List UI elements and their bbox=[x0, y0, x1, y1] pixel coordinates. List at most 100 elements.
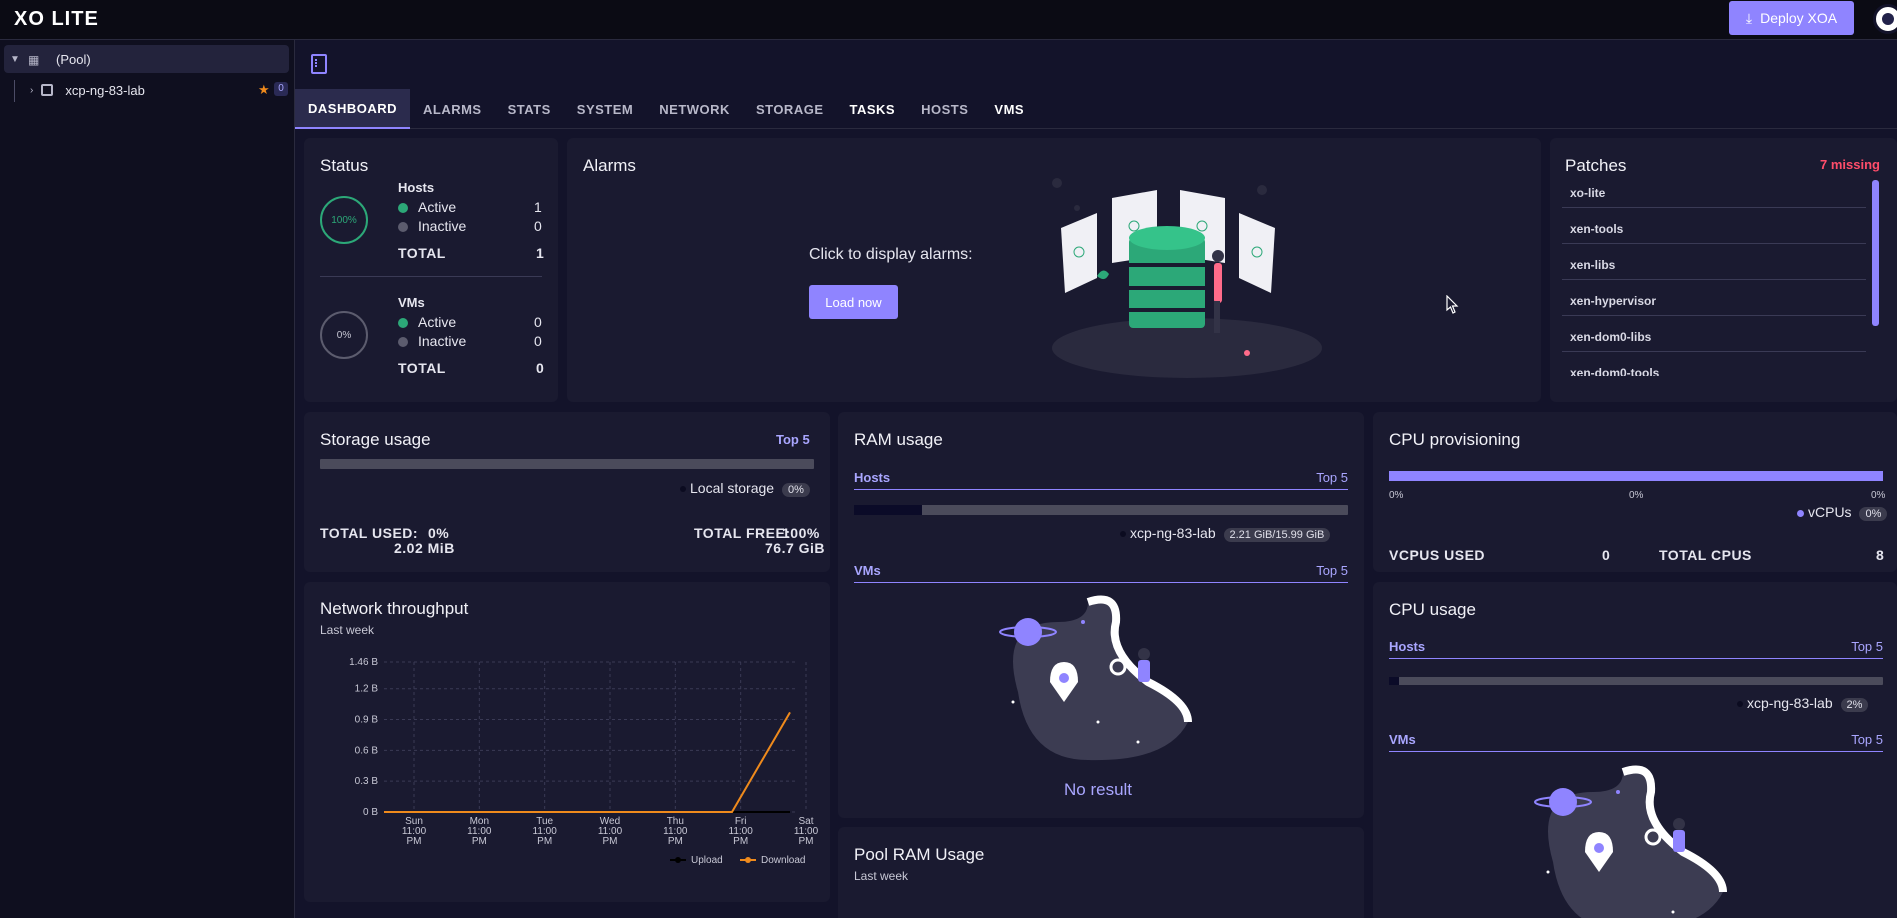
series-line-download bbox=[384, 711, 791, 813]
ram-no-result: No result bbox=[1064, 780, 1133, 799]
ram-hosts-label: Hosts bbox=[854, 470, 891, 485]
status-divider bbox=[320, 276, 542, 277]
ram-vms-label: VMs bbox=[854, 563, 881, 578]
load-alarms-button[interactable]: Load now bbox=[809, 285, 898, 319]
tab-alarms[interactable]: ALARMS bbox=[410, 89, 495, 129]
patch-item: xen-hypervisor bbox=[1562, 286, 1866, 316]
tree-item-pool[interactable]: ▼ ▦ (Pool) bbox=[4, 45, 289, 73]
ram-vms-top5-link[interactable]: Top 5 bbox=[1316, 563, 1348, 578]
vcpus-used-label: VCPUS USED bbox=[1389, 547, 1486, 563]
cpu-host-pct: 2% bbox=[1840, 698, 1869, 712]
cpu-hosts-header: Hosts Top 5 bbox=[1389, 639, 1883, 659]
cpu-vms-top5-link[interactable]: Top 5 bbox=[1851, 732, 1883, 747]
cpu-prov-tick: 0% bbox=[1389, 490, 1404, 501]
y-tick-label: 0.3 B bbox=[355, 776, 379, 787]
server-icon bbox=[41, 84, 54, 96]
pool-ram-usage-card: Pool RAM Usage Last week bbox=[838, 827, 1364, 918]
total-used-pct: 0% bbox=[428, 525, 450, 541]
user-avatar[interactable] bbox=[1873, 4, 1897, 34]
y-tick-label: 0.9 B bbox=[355, 715, 379, 726]
cpu-prov-legend-pct: 0% bbox=[1859, 507, 1888, 521]
tree-item-host[interactable]: › xcp-ng-83-lab ★ 0 bbox=[4, 78, 289, 102]
hosts-active-count: 1 bbox=[534, 199, 542, 215]
inactive-dot-icon bbox=[398, 222, 408, 233]
storage-top5-link[interactable]: Top 5 bbox=[776, 432, 810, 447]
patch-item: xen-dom0-tools bbox=[1562, 358, 1866, 377]
ram-host-label: xcp-ng-83-lab bbox=[1130, 525, 1216, 541]
ram-hosts-top5-link[interactable]: Top 5 bbox=[1316, 470, 1348, 485]
tab-network[interactable]: NETWORK bbox=[646, 89, 743, 129]
x-tick-label: PM bbox=[733, 836, 748, 847]
vms-label: VMs bbox=[398, 295, 425, 310]
tab-hosts[interactable]: HOSTS bbox=[908, 89, 981, 129]
vms-inactive-count: 0 bbox=[534, 333, 542, 349]
host-vm-count-badge: 0 bbox=[274, 82, 288, 96]
tab-dashboard[interactable]: DASHBOARD bbox=[295, 89, 410, 129]
alarms-prompt: Click to display alarms: bbox=[809, 246, 973, 263]
vms-gauge: 0% bbox=[320, 311, 368, 359]
patch-item: xen-libs bbox=[1562, 250, 1866, 280]
tree-host-label: xcp-ng-83-lab bbox=[65, 82, 145, 98]
y-tick-label: 0 B bbox=[363, 807, 378, 818]
app-logo[interactable]: XO LITE bbox=[14, 8, 99, 31]
tab-tasks[interactable]: TASKS bbox=[837, 89, 909, 129]
patch-item: xen-tools bbox=[1562, 214, 1866, 244]
progress-bar-fill bbox=[1389, 471, 1883, 481]
legend-dot-icon bbox=[1797, 509, 1804, 517]
y-tick-label: 1.2 B bbox=[355, 684, 379, 695]
ram-vms-header: VMs Top 5 bbox=[854, 563, 1348, 583]
x-tick-label: PM bbox=[603, 836, 618, 847]
vms-inactive-row: Inactive bbox=[398, 333, 466, 349]
network-chart[interactable]: 0 B0.3 B0.6 B0.9 B1.2 B1.46 BSun11:00PMM… bbox=[304, 642, 830, 882]
no-result-illustration bbox=[1534, 765, 1727, 918]
storage-progress-bar bbox=[320, 459, 814, 469]
cpu-usage-card: CPU usage Hosts Top 5 xcp-ng-83-lab 2% V… bbox=[1373, 582, 1897, 918]
network-title: Network throughput bbox=[320, 599, 469, 618]
storage-legend-label: Local storage bbox=[690, 480, 775, 496]
cpu-vms-header: VMs Top 5 bbox=[1389, 732, 1883, 752]
patches-missing-count: 7 missing bbox=[1820, 157, 1880, 172]
tab-stats[interactable]: STATS bbox=[495, 89, 564, 129]
x-tick-label: PM bbox=[799, 836, 814, 847]
vms-total-count: 0 bbox=[536, 360, 545, 376]
patches-scrollbar[interactable] bbox=[1872, 180, 1879, 326]
patch-item: xo-lite bbox=[1562, 178, 1866, 208]
ram-title: RAM usage bbox=[854, 430, 943, 449]
total-cpus-label: TOTAL CPUS bbox=[1659, 547, 1752, 563]
vms-active-row: Active bbox=[398, 314, 456, 330]
cpu-hosts-top5-link[interactable]: Top 5 bbox=[1851, 639, 1883, 654]
total-used-size: 2.02 MiB bbox=[394, 540, 455, 556]
cpu-prov-progress-bar bbox=[1389, 471, 1883, 481]
network-throughput-card: Network throughput Last week 0 B 0.3 B 0.6… bbox=[304, 582, 830, 902]
cpu-provisioning-card: CPU provisioning 0% 0% 0% vCPUs 0% VCPUS… bbox=[1373, 412, 1897, 572]
hosts-inactive-row: Inactive bbox=[398, 218, 466, 234]
tab-vms[interactable]: VMS bbox=[981, 89, 1037, 129]
tab-storage[interactable]: STORAGE bbox=[743, 89, 837, 129]
legend-dot-icon bbox=[1737, 701, 1743, 708]
total-free-size: 76.7 GiB bbox=[765, 540, 826, 556]
deploy-xoa-button[interactable]: ⤓ Deploy XOA bbox=[1729, 1, 1854, 35]
vcpus-used-value: 0 bbox=[1602, 547, 1611, 563]
hosts-label: Hosts bbox=[398, 180, 435, 195]
hosts-inactive-label: Inactive bbox=[418, 218, 467, 234]
chevron-right-icon[interactable]: › bbox=[30, 85, 33, 96]
pool-header-icon bbox=[311, 54, 327, 74]
legend-label-upload: Upload bbox=[691, 855, 723, 866]
active-dot-icon bbox=[398, 318, 408, 329]
progress-bar-fill bbox=[854, 505, 923, 515]
tab-system[interactable]: SYSTEM bbox=[564, 89, 646, 129]
x-tick-label: PM bbox=[472, 836, 487, 847]
ram-usage-card: RAM usage Hosts Top 5 xcp-ng-83-lab 2.21… bbox=[838, 412, 1364, 818]
pool-ram-title: Pool RAM Usage bbox=[854, 845, 985, 864]
vms-inactive-label: Inactive bbox=[418, 333, 467, 349]
ram-hosts-header: Hosts Top 5 bbox=[854, 470, 1348, 490]
patches-list[interactable]: xo-lite xen-tools xen-libs xen-hyperviso… bbox=[1550, 178, 1897, 376]
tree-pool-label: (Pool) bbox=[56, 51, 91, 67]
no-result-illustration bbox=[999, 595, 1192, 761]
hosts-active-label: Active bbox=[418, 199, 457, 215]
legend-dot-icon bbox=[1120, 531, 1126, 538]
vms-active-label: Active bbox=[418, 314, 457, 330]
pool-ram-subtitle: Last week bbox=[854, 869, 909, 883]
star-icon: ★ bbox=[258, 82, 270, 97]
chevron-down-icon[interactable]: ▼ bbox=[10, 54, 22, 65]
